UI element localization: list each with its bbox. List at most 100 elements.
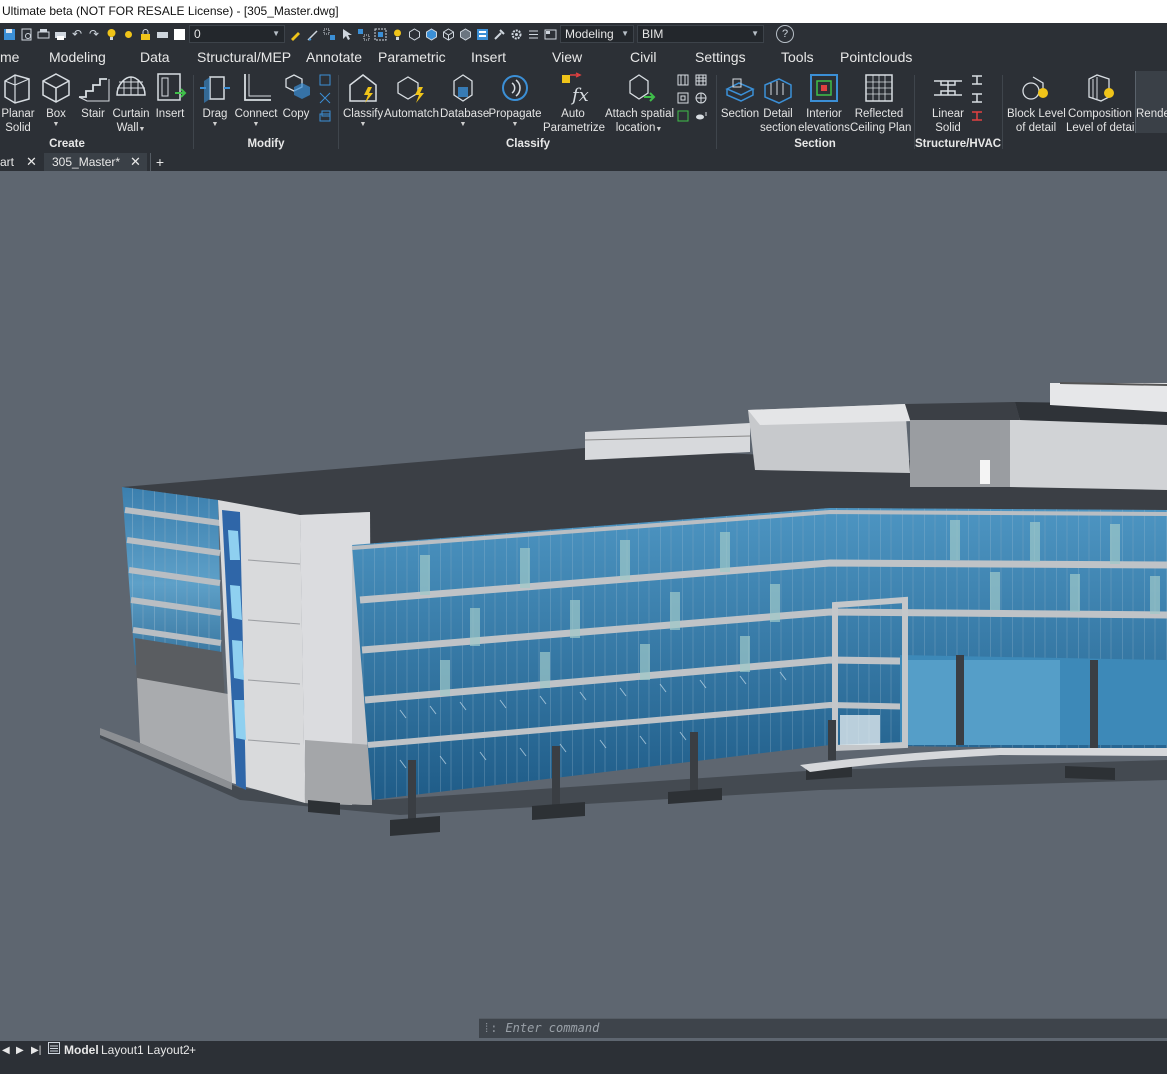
new-tab-button[interactable]: + — [150, 153, 169, 171]
box-button[interactable]: Box ▼ — [39, 71, 73, 129]
chevron-down-icon[interactable]: ▼ — [139, 126, 146, 133]
chevron-down-icon[interactable]: ▼ — [39, 121, 73, 129]
open-icon[interactable] — [19, 27, 33, 41]
redo-icon[interactable]: ↷ — [87, 27, 101, 41]
connect-button[interactable]: Connect ▼ — [234, 71, 278, 129]
save-icon[interactable] — [2, 27, 16, 41]
match-properties-icon[interactable] — [288, 27, 302, 41]
planar-solid-button[interactable]: Planar Solid — [0, 71, 36, 135]
hidden-cube-icon[interactable] — [458, 27, 472, 41]
select-icon[interactable] — [305, 27, 319, 41]
render-button[interactable]: Rende — [1135, 71, 1167, 133]
database-button[interactable]: Database ▼ — [440, 71, 489, 129]
close-icon[interactable]: ✕ — [130, 153, 141, 171]
doc-tab-305-master[interactable]: 305_Master* ✕ — [44, 153, 147, 171]
automatch-button[interactable]: Automatch — [384, 71, 439, 121]
tab-modeling[interactable]: Modeling — [49, 45, 106, 69]
tab-home[interactable]: me — [0, 45, 19, 69]
section-button[interactable]: Section — [720, 71, 760, 121]
undo-icon[interactable]: ↶ — [70, 27, 84, 41]
shaded-cube-icon[interactable] — [424, 27, 438, 41]
reflected-ceiling-plan-button[interactable]: Reflected Ceiling Plan — [850, 71, 911, 135]
lightbulb-toggle-icon[interactable] — [390, 27, 404, 41]
tab-pointclouds[interactable]: Pointclouds — [840, 45, 912, 69]
tab-data[interactable]: Data — [140, 45, 170, 69]
copy-button[interactable]: Copy — [280, 71, 312, 121]
layer-dropdown[interactable]: 0 ▼ — [189, 25, 285, 43]
layout-tab-layout1[interactable]: Layout1 — [101, 1041, 144, 1060]
classify-button[interactable]: Classify ▼ — [343, 71, 383, 129]
layout-list-icon[interactable] — [48, 1041, 60, 1060]
settings-gear-icon[interactable] — [509, 27, 523, 41]
tab-view[interactable]: View — [552, 45, 582, 69]
quick-select-icon[interactable] — [356, 27, 370, 41]
array-icon[interactable] — [318, 91, 332, 105]
bim-frame-icon[interactable] — [676, 109, 690, 123]
command-input[interactable]: Enter command — [505, 1021, 599, 1035]
print-icon[interactable] — [53, 27, 67, 41]
command-line[interactable]: ⁞: Enter command — [479, 1018, 1167, 1038]
print-preview-icon[interactable] — [36, 27, 50, 41]
beam-profile-icon-1[interactable] — [970, 73, 984, 87]
frame-icon[interactable] — [676, 91, 690, 105]
doc-tab-start[interactable]: art ✕ — [0, 153, 42, 171]
lock-icon[interactable] — [138, 27, 152, 41]
detail-section-button[interactable]: Detail section — [760, 71, 796, 135]
tab-annotate[interactable]: Annotate — [306, 45, 362, 69]
info-icon[interactable] — [694, 109, 708, 123]
tools-icon[interactable] — [492, 27, 506, 41]
attach-spatial-location-button[interactable]: Attach spatial location▼ — [605, 71, 674, 135]
bulb-icon[interactable] — [104, 27, 118, 41]
tab-structural-mep[interactable]: Structural/MEP — [197, 45, 291, 69]
tab-insert[interactable]: Insert — [471, 45, 506, 69]
curtain-wall-button[interactable]: Curtain Wall▼ — [112, 71, 150, 135]
grid-icon-2[interactable] — [694, 73, 708, 87]
help-icon[interactable]: ? — [776, 25, 794, 43]
chevron-down-icon[interactable]: ▼ — [440, 121, 486, 129]
tab-settings[interactable]: Settings — [695, 45, 746, 69]
list-icon[interactable] — [526, 27, 540, 41]
mirror-icon[interactable] — [318, 73, 332, 87]
tab-tools[interactable]: Tools — [781, 45, 814, 69]
beam-profile-icon-2[interactable] — [970, 91, 984, 105]
add-layout-button[interactable]: + — [189, 1041, 196, 1060]
view-cube-icon[interactable] — [407, 27, 421, 41]
auto-parametrize-button[interactable]: fx Auto Parametrize — [543, 71, 605, 135]
chevron-down-icon[interactable]: ▼ — [198, 121, 232, 129]
last-layout-icon[interactable]: ▶| — [31, 1041, 41, 1060]
insert-button[interactable]: Insert — [153, 71, 187, 121]
profile-dropdown[interactable]: BIM ▼ — [637, 25, 764, 43]
cursor-select-icon[interactable] — [339, 27, 353, 41]
chevron-down-icon[interactable]: ▼ — [488, 121, 542, 129]
tab-parametric[interactable]: Parametric — [378, 45, 446, 69]
sphere-grid-icon[interactable] — [694, 91, 708, 105]
drag-handle-icon[interactable]: ⁞: — [483, 1021, 497, 1035]
model-viewport[interactable] — [0, 171, 1167, 1040]
interior-elevations-button[interactable]: Interior elevations — [798, 71, 850, 135]
chevron-down-icon[interactable]: ▼ — [343, 121, 383, 129]
layout-tab-layout2[interactable]: Layout2 — [147, 1041, 190, 1060]
filter-select-icon[interactable] — [373, 27, 387, 41]
select-similar-icon[interactable] — [322, 27, 336, 41]
sun-icon[interactable] — [121, 27, 135, 41]
building-model[interactable] — [0, 171, 1167, 1040]
prev-layout-icon[interactable]: ▶ — [16, 1041, 24, 1060]
chevron-down-icon[interactable]: ▼ — [655, 126, 662, 133]
beam-profile-icon-3[interactable] — [970, 109, 984, 123]
composition-level-of-detail-button[interactable]: Composition Level of detail — [1066, 71, 1137, 135]
first-layout-icon[interactable]: ◀ — [2, 1041, 10, 1060]
close-icon[interactable]: ✕ — [26, 153, 37, 171]
workspace-dropdown[interactable]: Modeling ▼ — [560, 25, 634, 43]
drag-button[interactable]: Drag ▼ — [198, 71, 232, 129]
block-level-of-detail-button[interactable]: Block Level of detail — [1007, 71, 1066, 135]
linear-solid-button[interactable]: Linear Solid — [928, 71, 968, 135]
chevron-down-icon[interactable]: ▼ — [234, 121, 278, 129]
stack-icon[interactable] — [318, 109, 332, 123]
grid-icon-1[interactable] — [676, 73, 690, 87]
layout-tab-model[interactable]: Model — [64, 1041, 99, 1060]
wire-cube-icon[interactable] — [441, 27, 455, 41]
propagate-button[interactable]: Propagate ▼ — [488, 71, 542, 129]
tab-civil[interactable]: Civil — [630, 45, 656, 69]
stair-button[interactable]: Stair — [76, 71, 110, 121]
panel-icon[interactable] — [475, 27, 489, 41]
